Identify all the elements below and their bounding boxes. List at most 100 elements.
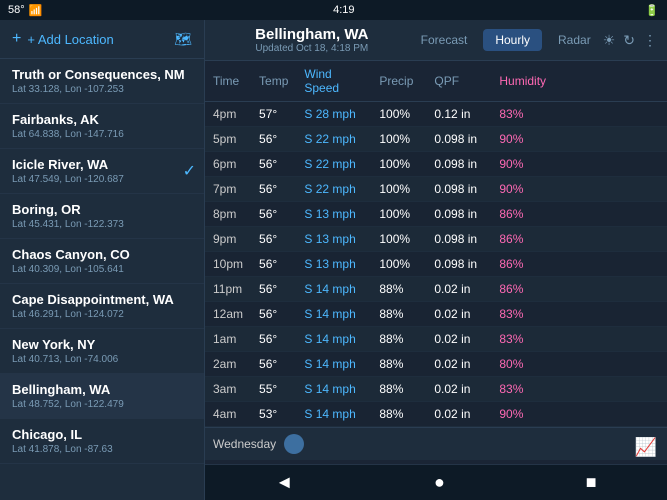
location-item[interactable]: Chaos Canyon, CO Lat 40.309, Lon -105.64… [0, 239, 204, 284]
tab-radar[interactable]: Radar [546, 29, 603, 51]
location-list: Truth or Consequences, NM Lat 33.128, Lo… [0, 59, 204, 464]
cell-temp: 56° [251, 277, 296, 302]
main-container: + + Add Location 🗺 Truth or Consequences… [0, 20, 667, 500]
recent-button[interactable]: ■ [566, 468, 617, 497]
location-coords: Lat 33.128, Lon -107.253 [12, 84, 192, 95]
check-mark: ✓ [183, 161, 196, 181]
back-button[interactable]: ◄ [255, 468, 313, 497]
location-coords: Lat 64.838, Lon -147.716 [12, 129, 192, 140]
cell-humidity: 83% [491, 102, 667, 127]
col-humidity: Humidity [491, 61, 667, 102]
col-time: Time [205, 61, 251, 102]
cell-time: 5pm [205, 127, 251, 152]
table-row: 12am 56° S 14 mph 88% 0.02 in 83% [205, 302, 667, 327]
cell-humidity: 80% [491, 352, 667, 377]
cell-time: 1am [205, 327, 251, 352]
col-qpf: QPF [426, 61, 491, 102]
cell-qpf: 0.098 in [426, 227, 491, 252]
table-row: 10pm 56° S 13 mph 100% 0.098 in 86% [205, 252, 667, 277]
location-item[interactable]: New York, NY Lat 40.713, Lon -74.006 [0, 329, 204, 374]
location-item[interactable]: Cape Disappointment, WA Lat 46.291, Lon … [0, 284, 204, 329]
status-time: 4:19 [333, 4, 354, 16]
cell-time: 2am [205, 352, 251, 377]
cell-precip: 88% [371, 352, 426, 377]
cell-precip: 100% [371, 152, 426, 177]
tab-buttons: Forecast Hourly Radar [409, 29, 603, 51]
tab-forecast[interactable]: Forecast [409, 29, 480, 51]
cell-wind: S 22 mph [296, 177, 371, 202]
cell-humidity: 86% [491, 252, 667, 277]
menu-icon[interactable]: ⋮ [643, 32, 657, 49]
add-location-button[interactable]: + + Add Location 🗺 [0, 20, 204, 59]
location-item[interactable]: Bellingham, WA Lat 48.752, Lon -122.479 [0, 374, 204, 419]
location-item[interactable]: Truth or Consequences, NM Lat 33.128, Lo… [0, 59, 204, 104]
location-coords: Lat 40.309, Lon -105.641 [12, 264, 192, 275]
cell-time: 8pm [205, 202, 251, 227]
cell-qpf: 0.12 in [426, 102, 491, 127]
refresh-icon[interactable]: ↻ [623, 32, 635, 49]
cell-temp: 57° [251, 102, 296, 127]
table-row: 3am 55° S 14 mph 88% 0.02 in 83% [205, 377, 667, 402]
header: Bellingham, WA Updated Oct 18, 4:18 PM F… [205, 20, 667, 61]
location-item[interactable]: Chicago, IL Lat 41.878, Lon -87.63 [0, 419, 204, 464]
cell-qpf: 0.02 in [426, 402, 491, 427]
weather-table: Time Temp Wind Speed Precip QPF Humidity… [205, 61, 667, 427]
table-row: 5pm 56° S 22 mph 100% 0.098 in 90% [205, 127, 667, 152]
home-button[interactable]: ● [414, 468, 465, 497]
col-wind: Wind Speed [296, 61, 371, 102]
location-name: Chaos Canyon, CO [12, 247, 192, 262]
table-row: 6pm 56° S 22 mph 100% 0.098 in 90% [205, 152, 667, 177]
table-row: 1am 56° S 14 mph 88% 0.02 in 83% [205, 327, 667, 352]
add-icon: + [12, 30, 21, 48]
cell-qpf: 0.02 in [426, 277, 491, 302]
day-circle [284, 434, 304, 454]
tab-hourly[interactable]: Hourly [483, 29, 542, 51]
location-item[interactable]: Fairbanks, AK Lat 64.838, Lon -147.716 [0, 104, 204, 149]
cell-humidity: 90% [491, 152, 667, 177]
cell-precip: 88% [371, 402, 426, 427]
cell-humidity: 86% [491, 277, 667, 302]
cell-qpf: 0.02 in [426, 327, 491, 352]
wednesday-section: Wednesday [205, 427, 667, 460]
table-row: 4pm 57° S 28 mph 100% 0.12 in 83% [205, 102, 667, 127]
cell-temp: 56° [251, 152, 296, 177]
location-coords: Lat 47.549, Lon -120.687 [12, 174, 192, 185]
graph-icon[interactable]: 📈 [635, 437, 657, 458]
cell-humidity: 83% [491, 327, 667, 352]
table-row: 4am 53° S 14 mph 88% 0.02 in 90% [205, 402, 667, 427]
cell-time: 7pm [205, 177, 251, 202]
cell-qpf: 0.098 in [426, 127, 491, 152]
col-precip: Precip [371, 61, 426, 102]
cell-time: 12am [205, 302, 251, 327]
cell-temp: 56° [251, 127, 296, 152]
header-icons: ☀ ↻ ⋮ [603, 32, 657, 49]
status-bar: 58° 📶 4:19 🔋 [0, 0, 667, 20]
location-coords: Lat 48.752, Lon -122.479 [12, 399, 192, 410]
cell-temp: 55° [251, 377, 296, 402]
cell-precip: 100% [371, 177, 426, 202]
cell-wind: S 13 mph [296, 202, 371, 227]
cell-qpf: 0.098 in [426, 202, 491, 227]
bottom-nav: ◄ ● ■ [205, 464, 667, 500]
cell-wind: S 22 mph [296, 152, 371, 177]
cell-qpf: 0.098 in [426, 152, 491, 177]
location-name: Boring, OR [12, 202, 192, 217]
map-icon[interactable]: 🗺 [174, 31, 192, 48]
cell-precip: 88% [371, 302, 426, 327]
cell-qpf: 0.02 in [426, 352, 491, 377]
cell-temp: 56° [251, 302, 296, 327]
location-item[interactable]: Boring, OR Lat 45.431, Lon -122.373 [0, 194, 204, 239]
cell-precip: 100% [371, 227, 426, 252]
cell-wind: S 14 mph [296, 377, 371, 402]
sun-icon[interactable]: ☀ [603, 32, 616, 49]
cell-temp: 56° [251, 327, 296, 352]
location-name: Fairbanks, AK [12, 112, 192, 127]
temp-status: 58° [8, 4, 25, 16]
location-item[interactable]: Icicle River, WA Lat 47.549, Lon -120.68… [0, 149, 204, 194]
cell-humidity: 86% [491, 202, 667, 227]
cell-time: 4pm [205, 102, 251, 127]
location-coords: Lat 40.713, Lon -74.006 [12, 354, 192, 365]
cell-precip: 100% [371, 202, 426, 227]
right-panel: Bellingham, WA Updated Oct 18, 4:18 PM F… [205, 20, 667, 500]
add-location-label: + Add Location [27, 32, 113, 47]
